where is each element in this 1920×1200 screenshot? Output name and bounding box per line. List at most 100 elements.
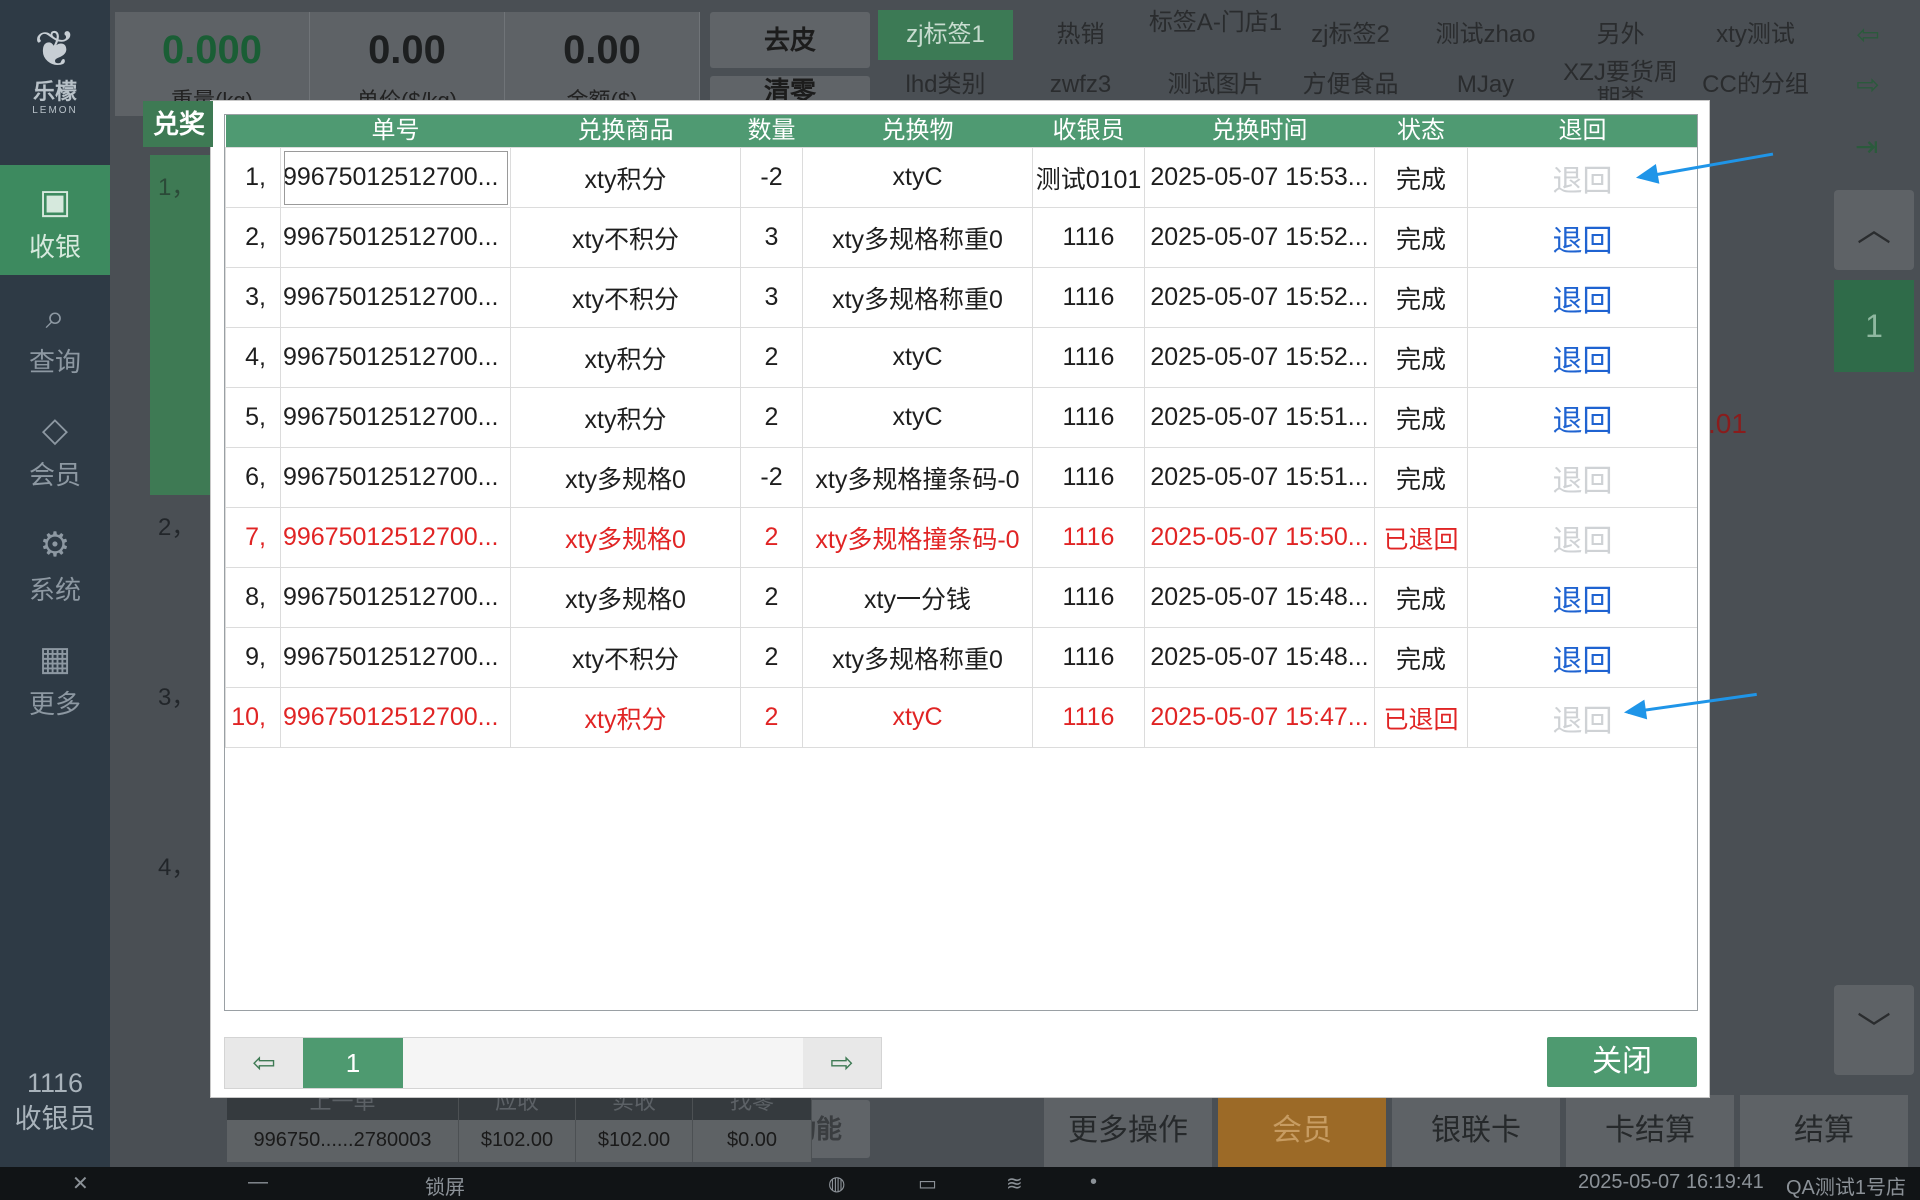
table-row[interactable]: 7, 99675012512700... xty多规格0 2 xty多规格撞条码-0 11… <box>225 507 1697 568</box>
return-button: 退回 <box>1552 464 1613 498</box>
unit-price-value: 0.00 <box>368 28 446 72</box>
tag-item[interactable]: xty测试 <box>1688 10 1823 60</box>
row-index: 3, <box>225 267 281 328</box>
tag-item[interactable]: 另外 <box>1553 10 1688 60</box>
weight-value: 0.000 <box>161 28 263 72</box>
tag-item[interactable]: 热销 <box>1013 10 1148 60</box>
col-product: 兑换商品 <box>510 115 741 148</box>
sidebar-item-label: 更多 <box>28 689 81 719</box>
status: 完成 <box>1374 147 1468 208</box>
table-row[interactable]: 9, 99675012512700... xty不积分 2 xty多规格称重0 1116 2… <box>225 627 1697 688</box>
scroll-down-icon[interactable]: ﹀ <box>1834 985 1914 1075</box>
status: 完成 <box>1374 327 1468 388</box>
table-row[interactable]: 4, 99675012512700... xty积分 2 xtyC 1116 2025-05… <box>225 327 1697 388</box>
tag-item[interactable]: 测试zhao <box>1418 10 1553 60</box>
grid-icon: ▦ <box>38 640 72 678</box>
return-button[interactable]: 退回 <box>1553 645 1613 678</box>
globe-icon[interactable]: ◍ <box>828 1171 845 1196</box>
arrow-right-icon[interactable]: ⇨ <box>803 1038 881 1088</box>
status: 完成 <box>1374 567 1468 628</box>
row-index: 6, <box>225 447 281 508</box>
status: 完成 <box>1374 447 1468 508</box>
close-icon[interactable]: ✕ <box>72 1171 89 1196</box>
product-name: xty积分 <box>510 387 741 448</box>
arrow-left-icon[interactable]: ⇦ <box>225 1038 303 1088</box>
col-qty: 数量 <box>740 115 803 148</box>
sidebar-item-label: 收银 <box>28 232 81 262</box>
change-value: $0.00 <box>693 1120 812 1162</box>
product-name: xty多规格0 <box>510 447 741 508</box>
product-name: xty不积分 <box>510 267 741 328</box>
row-index: 1, <box>225 147 281 208</box>
sidebar-item-more[interactable]: ▦ 更多 <box>0 622 110 732</box>
status: 完成 <box>1374 387 1468 448</box>
exchange-item: xty多规格称重0 <box>802 207 1033 268</box>
minimize-icon[interactable]: — <box>248 1171 268 1194</box>
return-cell: 退回 <box>1467 387 1697 448</box>
monitor-icon[interactable]: ▭ <box>918 1171 937 1196</box>
return-cell: 退回 <box>1467 687 1697 748</box>
return-button[interactable]: 退回 <box>1553 225 1613 258</box>
table-row[interactable]: 6, 99675012512700... xty多规格0 -2 xty多规格撞条码-0 1… <box>225 447 1697 508</box>
card-settle-button[interactable]: 卡结算 <box>1566 1095 1734 1167</box>
return-cell: 退回 <box>1467 627 1697 688</box>
return-button[interactable]: 退回 <box>1553 405 1613 438</box>
col-cashier: 收银员 <box>1032 115 1145 148</box>
exchange-time: 2025-05-07 15:47... <box>1144 687 1375 748</box>
wifi-icon[interactable]: ≋ <box>1006 1171 1023 1196</box>
status: 已退回 <box>1374 507 1468 568</box>
quantity: 2 <box>740 507 803 568</box>
scroll-up-icon[interactable]: ︿ <box>1834 190 1914 270</box>
order-number: 99675012512700... <box>280 207 511 268</box>
order-number: 99675012512700... <box>280 627 511 688</box>
return-cell: 退回 <box>1467 147 1697 208</box>
lock-screen-button[interactable]: 锁屏 <box>425 1171 465 1200</box>
table-row[interactable]: 1, 99675012512700... xty积分 -2 xtyC 测试0101 2025… <box>225 147 1697 208</box>
return-button: 退回 <box>1552 524 1613 558</box>
list-item: 1， <box>150 155 215 495</box>
taskbar: ✕ — 锁屏 ◍ ▭ ≋ • 2025-05-07 16:19:41 QA测试1… <box>0 1167 1920 1200</box>
return-button[interactable]: 退回 <box>1553 345 1613 378</box>
sidebar-item-label: 会员 <box>28 460 81 490</box>
table-row[interactable]: 5, 99675012512700... xty积分 2 xtyC 1116 2025-05… <box>225 387 1697 448</box>
exchange-time: 2025-05-07 15:50... <box>1144 507 1375 568</box>
sidebar-item-member[interactable]: ◇ 会员 <box>0 393 110 503</box>
unionpay-button[interactable]: 银联卡 <box>1392 1095 1560 1167</box>
amount-value: 0.00 <box>563 28 641 72</box>
return-button[interactable]: 退回 <box>1553 585 1613 618</box>
return-cell: 退回 <box>1467 447 1697 508</box>
close-button[interactable]: 关闭 <box>1547 1037 1697 1087</box>
tag-item[interactable]: 标签A-门店1 <box>1148 10 1283 60</box>
sidebar-item-system[interactable]: ⚙ 系统 <box>0 508 110 618</box>
sidebar-item-query[interactable]: ⌕ 查询 <box>0 280 110 390</box>
tare-button[interactable]: 去皮 <box>710 12 870 68</box>
exchange-time: 2025-05-07 15:53... <box>1144 147 1375 208</box>
order-number: 99675012512700... <box>280 387 511 448</box>
cashier: 1116 <box>1032 447 1145 508</box>
col-exchange-item: 兑换物 <box>802 115 1033 148</box>
table-row[interactable]: 10, 99675012512700... xty积分 2 xtyC 1116 2025-0… <box>225 687 1697 748</box>
return-cell: 退回 <box>1467 507 1697 568</box>
tag-next-icon[interactable]: ⇨ <box>1823 60 1913 110</box>
diamond-icon: ◇ <box>41 411 69 449</box>
sidebar-item-cashier[interactable]: ▣ 收银 <box>0 165 110 275</box>
cashier: 1116 <box>1032 687 1145 748</box>
more-actions-button[interactable]: 更多操作 <box>1044 1095 1212 1167</box>
list-item: 2， <box>158 514 196 541</box>
status: 完成 <box>1374 207 1468 268</box>
product-name: xty多规格0 <box>510 507 741 568</box>
row-index: 4, <box>225 327 281 388</box>
tag-item[interactable]: zj标签1 <box>878 10 1013 60</box>
collapse-icon[interactable]: ⇥ <box>1855 130 1878 163</box>
product-name: xty不积分 <box>510 627 741 688</box>
table-row[interactable]: 8, 99675012512700... xty多规格0 2 xty一分钱 1116 202… <box>225 567 1697 628</box>
tag-prev-icon[interactable]: ⇦ <box>1823 10 1913 60</box>
col-return: 退回 <box>1467 115 1697 148</box>
member-button[interactable]: 会员 <box>1218 1095 1386 1167</box>
table-row[interactable]: 2, 99675012512700... xty不积分 3 xty多规格称重0 1116 2… <box>225 207 1697 268</box>
exchange-item: xtyC <box>802 387 1033 448</box>
return-button[interactable]: 退回 <box>1553 285 1613 318</box>
table-row[interactable]: 3, 99675012512700... xty不积分 3 xty多规格称重0 1116 2… <box>225 267 1697 328</box>
checkout-button[interactable]: 结算 <box>1740 1095 1908 1167</box>
tag-item[interactable]: zj标签2 <box>1283 10 1418 60</box>
